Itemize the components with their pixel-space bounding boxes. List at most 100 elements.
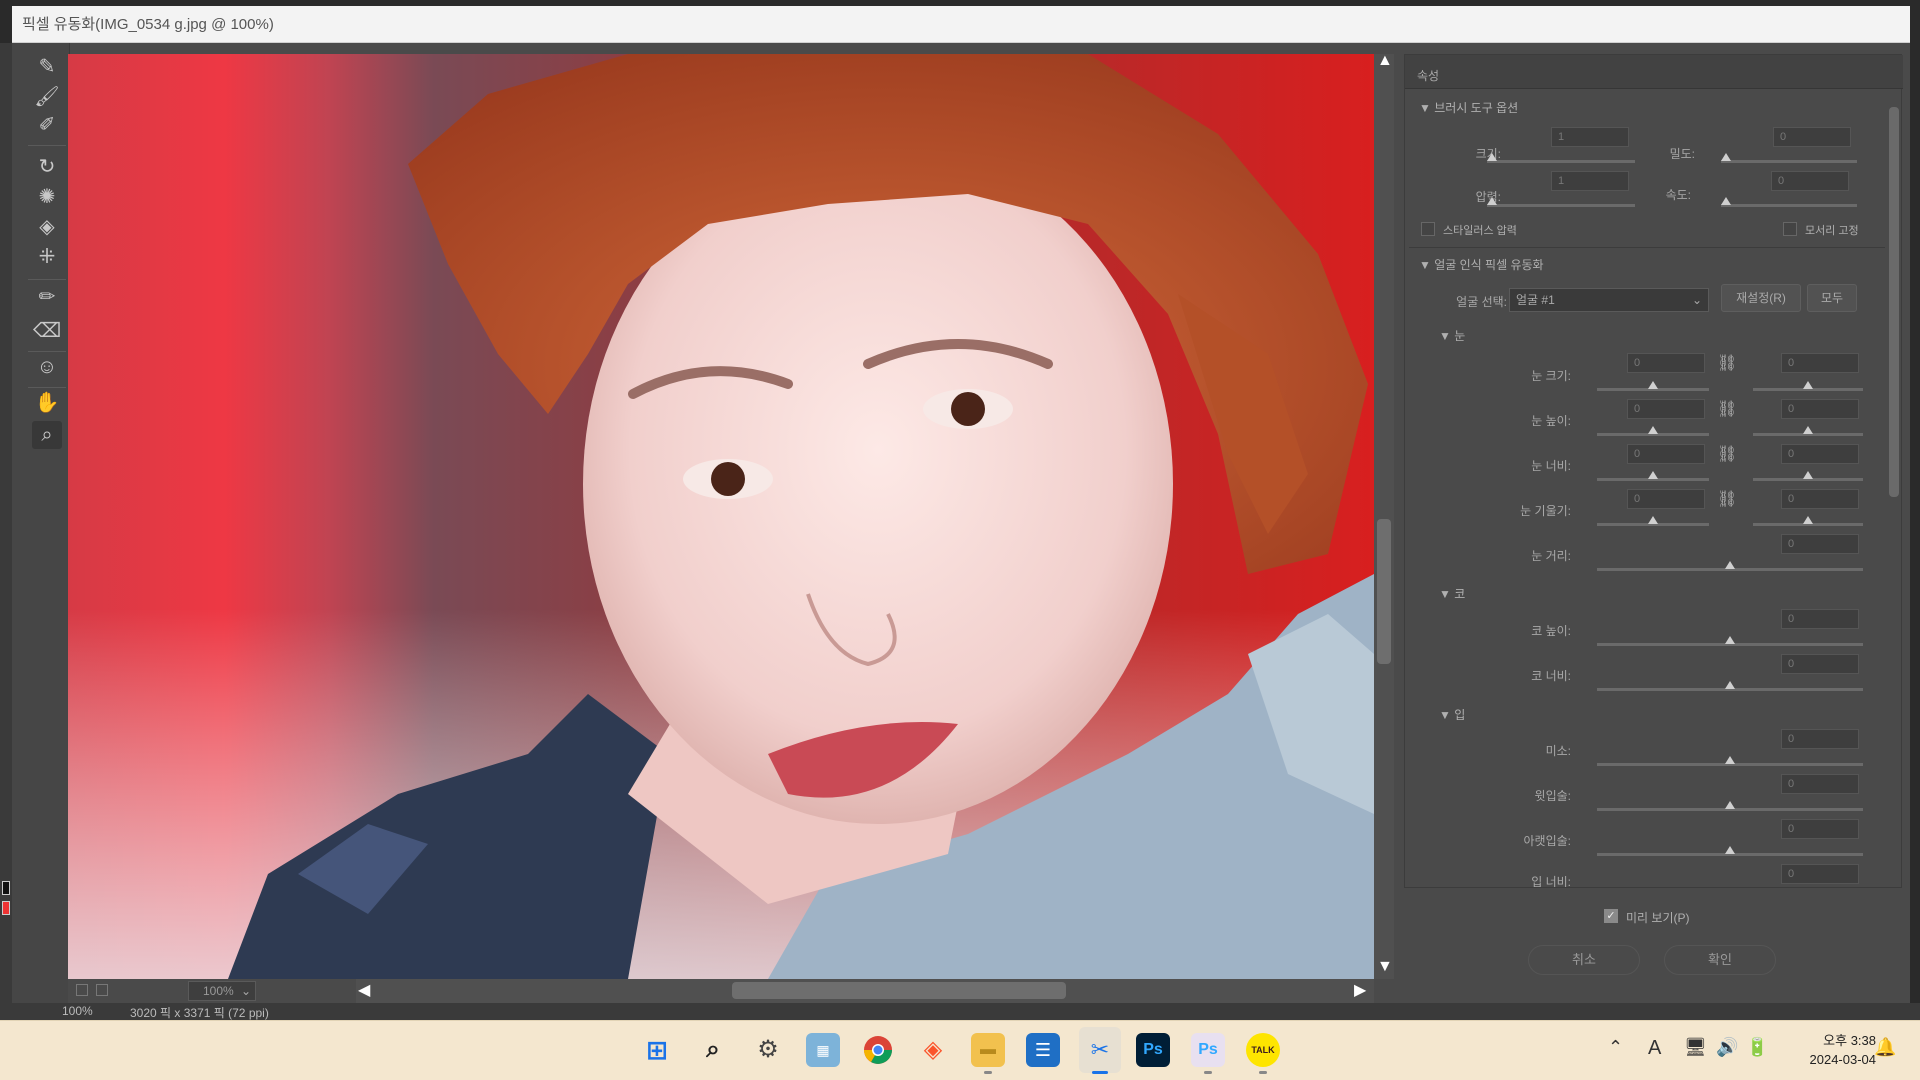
- size-field[interactable]: 1: [1551, 127, 1629, 147]
- image-canvas[interactable]: [68, 54, 1374, 979]
- eye-tilt-right-field[interactable]: 0: [1781, 489, 1859, 509]
- system-clock[interactable]: 오후 3:38 2024-03-04: [1810, 1031, 1877, 1069]
- density-slider[interactable]: [1721, 153, 1857, 163]
- zoom-level-field[interactable]: 100% ⌄: [188, 981, 256, 1001]
- eye-width-left-slider[interactable]: [1597, 471, 1709, 481]
- eyes-header[interactable]: ▼ 눈: [1439, 327, 1465, 344]
- nose-width-field[interactable]: 0: [1781, 654, 1859, 674]
- battery-icon[interactable]: 🔋: [1746, 1037, 1768, 1058]
- vertical-scroll-thumb[interactable]: [1377, 519, 1391, 664]
- background-swatch[interactable]: [2, 901, 10, 915]
- cancel-button[interactable]: 취소: [1528, 945, 1640, 975]
- windows-start-icon[interactable]: ⊞: [640, 1033, 674, 1067]
- smile-field[interactable]: 0: [1781, 729, 1859, 749]
- eye-height-left-slider[interactable]: [1597, 426, 1709, 436]
- eye-distance-slider[interactable]: [1597, 561, 1863, 571]
- nose-width-slider[interactable]: [1597, 681, 1863, 691]
- eye-height-right-slider[interactable]: [1753, 426, 1863, 436]
- lower-lip-slider[interactable]: [1597, 846, 1863, 856]
- all-button[interactable]: 모두: [1807, 284, 1857, 312]
- hand-tool-icon[interactable]: ✋: [32, 389, 62, 417]
- rate-slider[interactable]: [1721, 197, 1857, 207]
- link-icon[interactable]: ⛓: [1717, 489, 1737, 509]
- scroll-up-icon[interactable]: ▲: [1377, 52, 1393, 70]
- ok-button[interactable]: 확인: [1664, 945, 1776, 975]
- view-mode-icon[interactable]: [76, 984, 88, 996]
- brave-browser-icon[interactable]: ◈: [916, 1033, 950, 1067]
- eye-size-left-field[interactable]: 0: [1627, 353, 1705, 373]
- smile-slider[interactable]: [1597, 756, 1863, 766]
- search-icon[interactable]: ⌕: [696, 1033, 730, 1067]
- chrome-icon[interactable]: [861, 1033, 895, 1067]
- face-select-dropdown[interactable]: 얼굴 #1 ⌄: [1509, 288, 1709, 312]
- upper-lip-field[interactable]: 0: [1781, 774, 1859, 794]
- chevron-down-icon[interactable]: ⌄: [241, 982, 251, 1000]
- nose-height-field[interactable]: 0: [1781, 609, 1859, 629]
- notepad-icon[interactable]: ☰: [1026, 1033, 1060, 1067]
- snipping-tool-icon[interactable]: ✂: [1079, 1027, 1121, 1073]
- link-icon[interactable]: ⛓: [1717, 353, 1737, 373]
- face-aware-header[interactable]: ▼ 얼굴 인식 픽셀 유동화: [1419, 256, 1544, 273]
- eye-height-left-field[interactable]: 0: [1627, 399, 1705, 419]
- nose-header[interactable]: ▼ 코: [1439, 585, 1465, 602]
- warp-tool-icon[interactable]: ✎: [32, 53, 62, 81]
- eye-width-right-field[interactable]: 0: [1781, 444, 1859, 464]
- control-panel-icon[interactable]: ▦: [806, 1033, 840, 1067]
- eye-width-right-slider[interactable]: [1753, 471, 1863, 481]
- smooth-tool-icon[interactable]: ✐: [32, 111, 62, 139]
- eye-tilt-right-slider[interactable]: [1753, 516, 1863, 526]
- reconstruct-tool-icon[interactable]: 🖌: [32, 83, 62, 111]
- scroll-down-icon[interactable]: ▼: [1377, 958, 1393, 976]
- lower-lip-field[interactable]: 0: [1781, 819, 1859, 839]
- properties-scrollbar[interactable]: [1887, 93, 1901, 887]
- thaw-mask-tool-icon[interactable]: ⌫: [32, 317, 62, 345]
- density-field[interactable]: 0: [1773, 127, 1851, 147]
- chevron-up-icon[interactable]: ⌃: [1608, 1037, 1623, 1058]
- photoshop-beta-icon[interactable]: Ps: [1191, 1033, 1225, 1067]
- push-left-tool-icon[interactable]: ⁜: [32, 243, 62, 271]
- scroll-left-icon[interactable]: ◀: [358, 980, 370, 1000]
- canvas-horizontal-scrollbar[interactable]: [356, 979, 1374, 1003]
- upper-lip-slider[interactable]: [1597, 801, 1863, 811]
- canvas-vertical-scrollbar[interactable]: [1374, 54, 1394, 979]
- kakaotalk-icon[interactable]: TALK: [1246, 1033, 1280, 1067]
- volume-icon[interactable]: 🔊: [1716, 1037, 1738, 1058]
- eye-size-right-field[interactable]: 0: [1781, 353, 1859, 373]
- bloat-tool-icon[interactable]: ◈: [32, 213, 62, 241]
- pucker-tool-icon[interactable]: ✺: [32, 183, 62, 211]
- link-icon[interactable]: ⛓: [1717, 444, 1737, 464]
- eye-tilt-left-field[interactable]: 0: [1627, 489, 1705, 509]
- input-method-indicator[interactable]: A: [1648, 1037, 1661, 1060]
- freeze-mask-tool-icon[interactable]: ✏: [32, 283, 62, 311]
- pressure-slider[interactable]: [1487, 197, 1635, 207]
- link-icon[interactable]: ⛓: [1717, 399, 1737, 419]
- view-toggle-icon[interactable]: [96, 984, 108, 996]
- twirl-tool-icon[interactable]: ↻: [32, 153, 62, 181]
- nose-height-slider[interactable]: [1597, 636, 1863, 646]
- network-icon[interactable]: 🖥: [1684, 1037, 1707, 1058]
- zoom-tool-icon[interactable]: ⌕: [32, 421, 62, 449]
- preview-checkbox[interactable]: ✓: [1604, 909, 1618, 923]
- settings-gear-icon[interactable]: ⚙: [751, 1033, 785, 1067]
- mouth-width-field[interactable]: 0: [1781, 864, 1859, 884]
- eye-height-right-field[interactable]: 0: [1781, 399, 1859, 419]
- file-explorer-icon[interactable]: ▬: [971, 1033, 1005, 1067]
- properties-scroll-thumb[interactable]: [1889, 107, 1899, 497]
- eye-distance-field[interactable]: 0: [1781, 534, 1859, 554]
- rate-field[interactable]: 0: [1771, 171, 1849, 191]
- eye-size-right-slider[interactable]: [1753, 381, 1863, 391]
- scroll-right-icon[interactable]: ▶: [1354, 980, 1366, 1000]
- eye-width-left-field[interactable]: 0: [1627, 444, 1705, 464]
- mouth-header[interactable]: ▼ 입: [1439, 706, 1465, 723]
- pin-edges-checkbox[interactable]: [1783, 222, 1797, 236]
- horizontal-scroll-thumb[interactable]: [732, 982, 1066, 999]
- photoshop-icon[interactable]: Ps: [1136, 1033, 1170, 1067]
- foreground-swatch[interactable]: [2, 881, 10, 895]
- reset-button[interactable]: 재설정(R): [1721, 284, 1801, 312]
- face-tool-icon[interactable]: ☺: [32, 353, 62, 381]
- notification-bell-icon[interactable]: 🔔: [1874, 1037, 1896, 1058]
- brush-options-header[interactable]: ▼ 브러시 도구 옵션: [1419, 99, 1518, 116]
- eye-size-left-slider[interactable]: [1597, 381, 1709, 391]
- stylus-pressure-checkbox[interactable]: [1421, 222, 1435, 236]
- eye-tilt-left-slider[interactable]: [1597, 516, 1709, 526]
